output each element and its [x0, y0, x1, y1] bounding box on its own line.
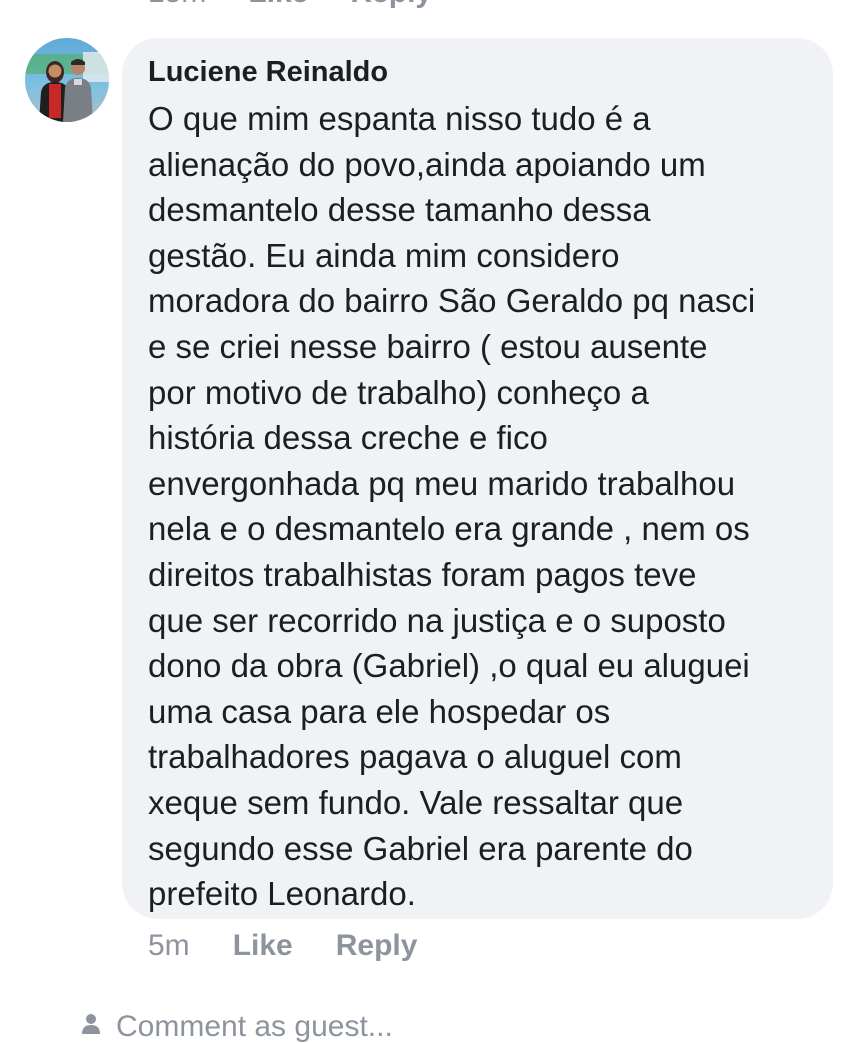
like-button[interactable]: Like — [233, 928, 293, 964]
comment-author-name[interactable]: Luciene Reinaldo — [148, 54, 807, 90]
previous-comment-like-button[interactable]: Like — [248, 0, 308, 8]
comment-body-text: O que mim espanta nisso tudo é a alienaç… — [148, 100, 756, 913]
reply-button[interactable]: Reply — [336, 928, 418, 964]
write-comment-placeholder[interactable]: Comment as guest... — [116, 1012, 393, 1042]
write-comment-bar[interactable]: Comment as guest... — [80, 1012, 393, 1042]
comment-actions: 5m Like Reply — [148, 928, 417, 964]
previous-comment-actions: 15m Like Reply — [148, 0, 432, 8]
profile-photo-avatar-icon — [25, 38, 109, 122]
person-icon — [82, 1014, 100, 1034]
comment-timestamp[interactable]: 5m — [148, 928, 190, 964]
comment-bubble: Luciene Reinaldo O que mim espanta nisso… — [122, 38, 833, 919]
previous-comment-timestamp: 15m — [148, 0, 206, 8]
previous-comment-reply-button[interactable]: Reply — [350, 0, 432, 8]
commenter-avatar[interactable] — [25, 38, 109, 122]
